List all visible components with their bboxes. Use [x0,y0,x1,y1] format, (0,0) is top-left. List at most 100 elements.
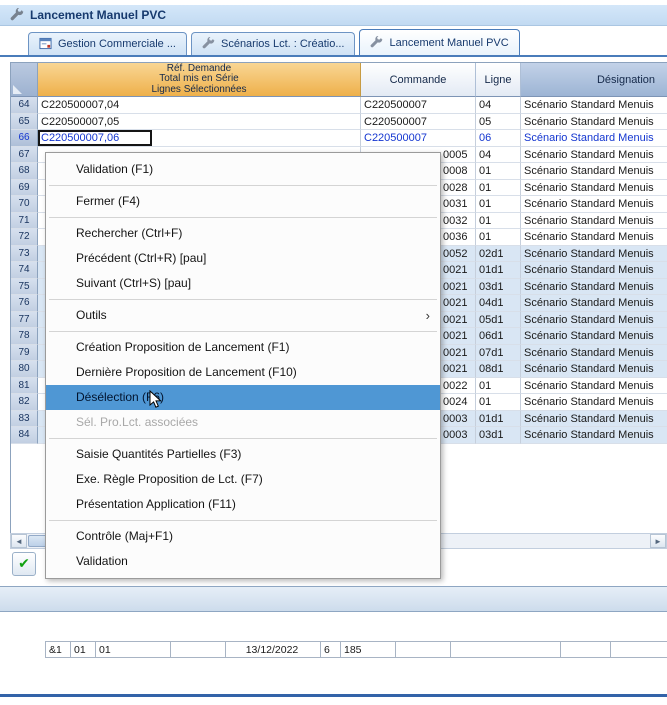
cell-designation[interactable]: Scénario Standard Menuis [521,213,667,230]
cell-ligne[interactable]: 08d1 [476,361,521,378]
cell-ligne[interactable]: 02d1 [476,246,521,263]
row-number[interactable]: 69 [11,180,38,197]
row-number[interactable]: 72 [11,229,38,246]
footer-cell[interactable] [396,642,451,657]
scroll-right-button[interactable]: ► [650,534,666,548]
menu-item[interactable]: Exe. Règle Proposition de Lct. (F7) [46,467,440,492]
cell-designation[interactable]: Scénario Standard Menuis [521,345,667,362]
menu-item[interactable]: Outils› [46,303,440,328]
row-number[interactable]: 71 [11,213,38,230]
cell-ligne[interactable]: 04d1 [476,295,521,312]
menu-item[interactable]: Suivant (Ctrl+S) [pau] [46,271,440,296]
row-number[interactable]: 84 [11,427,38,444]
menu-item[interactable]: Dernière Proposition de Lancement (F10) [46,360,440,385]
table-row[interactable]: 66C220500007,06C22050000706Scénario Stan… [11,130,667,147]
column-header-ref-demande[interactable]: Réf. Demande Total mis en Série Lignes S… [38,63,361,97]
row-number[interactable]: 66 [11,130,38,147]
footer-cell[interactable]: 13/12/2022 [226,642,321,657]
cell-ligne[interactable]: 01 [476,163,521,180]
cell-ligne[interactable]: 01 [476,180,521,197]
cell-designation[interactable]: Scénario Standard Menuis [521,328,667,345]
cell-ligne[interactable]: 01 [476,196,521,213]
cell-ligne[interactable]: 06 [476,130,521,147]
cell-ligne[interactable]: 01d1 [476,411,521,428]
cell-designation[interactable]: Scénario Standard Menuis [521,361,667,378]
cell-ligne[interactable]: 01 [476,378,521,395]
cell-ligne[interactable]: 04 [476,147,521,164]
menu-item[interactable]: Précédent (Ctrl+R) [pau] [46,246,440,271]
cell-ligne[interactable]: 04 [476,97,521,114]
menu-item[interactable]: Saisie Quantités Partielles (F3) [46,442,440,467]
footer-cell[interactable] [171,642,226,657]
menu-item[interactable]: Présentation Application (F11) [46,492,440,517]
row-number[interactable]: 64 [11,97,38,114]
cell-designation[interactable]: Scénario Standard Menuis [521,411,667,428]
row-number[interactable]: 70 [11,196,38,213]
row-number[interactable]: 80 [11,361,38,378]
cell-designation[interactable]: Scénario Standard Menuis [521,114,667,131]
cell-commande[interactable]: C220500007 [361,97,476,114]
cell-ligne[interactable]: 07d1 [476,345,521,362]
cell-ligne[interactable]: 01 [476,394,521,411]
table-row[interactable]: 65C220500007,05C22050000705Scénario Stan… [11,114,667,131]
cell-ligne[interactable]: 01 [476,229,521,246]
tab-lancement-manuel-pvc[interactable]: Lancement Manuel PVC [359,29,519,55]
cell-designation[interactable]: Scénario Standard Menuis [521,279,667,296]
cell-ref-demande[interactable]: C220500007,06 [38,130,361,147]
footer-cell[interactable]: 01 [96,642,171,657]
menu-item[interactable]: Désélection (F6) [46,385,440,410]
cell-ref-demande[interactable]: C220500007,05 [38,114,361,131]
cell-ligne[interactable]: 03d1 [476,427,521,444]
tab-sc-narios-lct-cr-atio[interactable]: Scénarios Lct. : Créatio... [191,32,356,55]
grid-corner-header[interactable] [11,63,38,97]
row-number[interactable]: 74 [11,262,38,279]
menu-item[interactable]: Fermer (F4) [46,189,440,214]
cell-designation[interactable]: Scénario Standard Menuis [521,147,667,164]
row-number[interactable]: 81 [11,378,38,395]
cell-designation[interactable]: Scénario Standard Menuis [521,394,667,411]
menu-item[interactable]: Rechercher (Ctrl+F) [46,221,440,246]
menu-item[interactable]: Contrôle (Maj+F1) [46,524,440,549]
cell-designation[interactable]: Scénario Standard Menuis [521,163,667,180]
cell-designation[interactable]: Scénario Standard Menuis [521,97,667,114]
row-number[interactable]: 73 [11,246,38,263]
row-number[interactable]: 79 [11,345,38,362]
cell-designation[interactable]: Scénario Standard Menuis [521,196,667,213]
cell-commande[interactable]: C220500007 [361,130,476,147]
footer-cell[interactable]: 01 [71,642,96,657]
cell-designation[interactable]: Scénario Standard Menuis [521,130,667,147]
table-row[interactable]: 64C220500007,04C22050000704Scénario Stan… [11,97,667,114]
row-number[interactable]: 82 [11,394,38,411]
menu-item[interactable]: Validation [46,549,440,574]
row-number[interactable]: 78 [11,328,38,345]
cell-commande[interactable]: C220500007 [361,114,476,131]
cell-designation[interactable]: Scénario Standard Menuis [521,312,667,329]
cell-designation[interactable]: Scénario Standard Menuis [521,262,667,279]
row-number[interactable]: 65 [11,114,38,131]
cell-designation[interactable]: Scénario Standard Menuis [521,378,667,395]
cell-designation[interactable]: Scénario Standard Menuis [521,295,667,312]
cell-ligne[interactable]: 05d1 [476,312,521,329]
cell-ligne[interactable]: 03d1 [476,279,521,296]
row-number[interactable]: 68 [11,163,38,180]
cell-ref-demande[interactable]: C220500007,04 [38,97,361,114]
row-number[interactable]: 83 [11,411,38,428]
footer-cell[interactable]: 185 [341,642,396,657]
footer-cell[interactable] [561,642,611,657]
column-header-ligne[interactable]: Ligne [476,63,521,97]
cell-ligne[interactable]: 06d1 [476,328,521,345]
footer-cell[interactable]: 6 [321,642,341,657]
row-number[interactable]: 67 [11,147,38,164]
cell-designation[interactable]: Scénario Standard Menuis [521,427,667,444]
row-number[interactable]: 75 [11,279,38,296]
row-number[interactable]: 77 [11,312,38,329]
footer-cell[interactable] [611,642,667,657]
cell-ligne[interactable]: 01d1 [476,262,521,279]
menu-item[interactable]: Validation (F1) [46,157,440,182]
cell-designation[interactable]: Scénario Standard Menuis [521,180,667,197]
scroll-left-button[interactable]: ◄ [11,534,27,548]
validate-button[interactable]: ✔ [12,552,36,576]
cell-designation[interactable]: Scénario Standard Menuis [521,246,667,263]
footer-cell[interactable]: &1 [46,642,71,657]
row-number[interactable]: 76 [11,295,38,312]
